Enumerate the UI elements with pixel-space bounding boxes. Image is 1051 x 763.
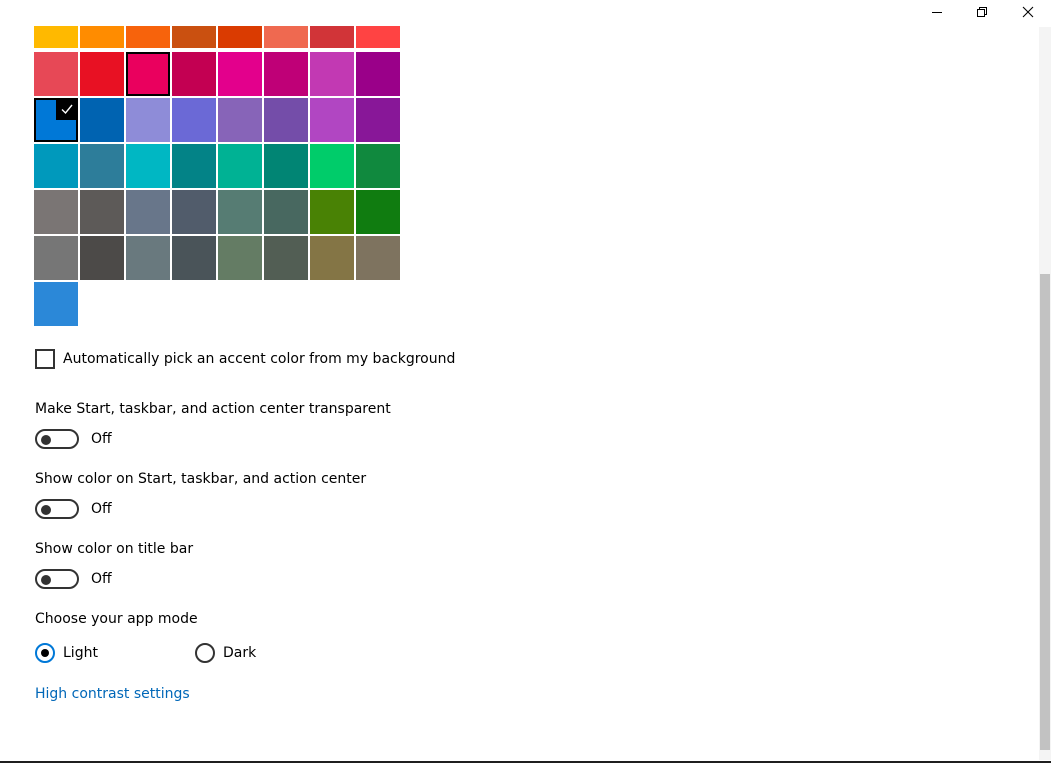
accent-color-grid [34, 26, 402, 332]
close-icon [1022, 6, 1034, 18]
accent-color-swatch[interactable] [172, 144, 216, 188]
accent-color-swatch[interactable] [356, 26, 400, 48]
accent-color-swatch[interactable] [310, 144, 354, 188]
scrollbar-thumb[interactable] [1040, 274, 1050, 750]
accent-color-swatch[interactable] [218, 98, 262, 142]
accent-color-swatch[interactable] [310, 236, 354, 280]
transparency-state: Off [91, 431, 112, 447]
accent-color-swatch[interactable] [34, 144, 78, 188]
show-color-start-toggle-row[interactable]: Off [35, 499, 112, 519]
accent-color-swatch[interactable] [126, 144, 170, 188]
accent-color-swatch[interactable] [218, 26, 262, 48]
accent-color-swatch[interactable] [80, 236, 124, 280]
app-mode-dark-label: Dark [223, 645, 257, 661]
accent-color-swatch[interactable] [264, 236, 308, 280]
accent-color-swatch[interactable] [80, 26, 124, 48]
accent-color-swatch[interactable] [80, 98, 124, 142]
accent-color-swatch[interactable] [356, 236, 400, 280]
accent-color-swatch[interactable] [218, 144, 262, 188]
accent-color-swatch[interactable] [126, 98, 170, 142]
accent-color-swatch[interactable] [172, 190, 216, 234]
accent-color-swatch[interactable] [218, 52, 262, 96]
accent-color-swatch[interactable] [80, 144, 124, 188]
accent-color-swatch[interactable] [126, 26, 170, 48]
checkbox-box[interactable] [35, 349, 55, 369]
accent-color-swatch[interactable] [80, 190, 124, 234]
app-mode-light-radio[interactable] [35, 643, 55, 663]
accent-color-swatch[interactable] [218, 236, 262, 280]
auto-pick-accent-checkbox[interactable]: Automatically pick an accent color from … [35, 349, 455, 369]
accent-color-swatch[interactable] [356, 144, 400, 188]
minimize-icon [932, 12, 942, 13]
show-color-title-bar-state: Off [91, 571, 112, 587]
app-mode-light-label: Light [63, 645, 98, 661]
restore-button[interactable] [959, 0, 1005, 24]
checkmark-icon [56, 98, 78, 120]
toggle-knob [41, 505, 51, 515]
show-color-start-title: Show color on Start, taskbar, and action… [35, 471, 367, 487]
accent-color-swatch[interactable] [264, 144, 308, 188]
radio-dot [41, 649, 49, 657]
accent-color-swatch[interactable] [172, 26, 216, 48]
toggle-knob [41, 435, 51, 445]
accent-color-swatch[interactable] [126, 52, 170, 96]
minimize-button[interactable] [914, 0, 960, 24]
accent-color-swatch[interactable] [356, 98, 400, 142]
accent-color-swatch[interactable] [172, 236, 216, 280]
accent-color-swatch[interactable] [356, 52, 400, 96]
transparency-toggle[interactable] [35, 429, 79, 449]
app-mode-light-option[interactable]: Light [35, 643, 98, 663]
accent-color-swatch[interactable] [34, 26, 78, 48]
accent-color-swatch[interactable] [310, 26, 354, 48]
accent-color-swatch[interactable] [264, 52, 308, 96]
show-color-title-bar-title: Show color on title bar [35, 541, 194, 557]
accent-color-swatch[interactable] [172, 52, 216, 96]
accent-color-swatch[interactable] [264, 98, 308, 142]
accent-color-swatch[interactable] [310, 190, 354, 234]
accent-color-swatch[interactable] [34, 236, 78, 280]
accent-color-swatch[interactable] [34, 52, 78, 96]
show-color-start-state: Off [91, 501, 112, 517]
accent-color-swatch[interactable] [80, 52, 124, 96]
accent-color-swatch[interactable] [356, 190, 400, 234]
restore-icon [977, 7, 987, 17]
auto-pick-label: Automatically pick an accent color from … [63, 351, 456, 367]
accent-color-swatch[interactable] [218, 190, 262, 234]
transparency-toggle-row[interactable]: Off [35, 429, 112, 449]
high-contrast-settings-link[interactable]: High contrast settings [35, 686, 190, 702]
app-mode-title: Choose your app mode [35, 611, 198, 627]
accent-color-swatch[interactable] [126, 190, 170, 234]
show-color-start-toggle[interactable] [35, 499, 79, 519]
accent-color-swatch[interactable] [34, 98, 78, 142]
settings-window: Automatically pick an accent color from … [0, 0, 1051, 763]
show-color-title-bar-toggle[interactable] [35, 569, 79, 589]
accent-color-swatch[interactable] [264, 190, 308, 234]
accent-color-swatch[interactable] [310, 98, 354, 142]
accent-color-swatch[interactable] [264, 26, 308, 48]
accent-color-swatch[interactable] [34, 282, 78, 326]
show-color-title-bar-toggle-row[interactable]: Off [35, 569, 112, 589]
accent-color-swatch[interactable] [310, 52, 354, 96]
app-mode-dark-option[interactable]: Dark [195, 643, 256, 663]
transparency-title: Make Start, taskbar, and action center t… [35, 401, 391, 417]
accent-color-swatch[interactable] [126, 236, 170, 280]
accent-color-swatch[interactable] [34, 190, 78, 234]
accent-color-swatch[interactable] [172, 98, 216, 142]
close-button[interactable] [1005, 0, 1051, 24]
toggle-knob [41, 575, 51, 585]
app-mode-dark-radio[interactable] [195, 643, 215, 663]
